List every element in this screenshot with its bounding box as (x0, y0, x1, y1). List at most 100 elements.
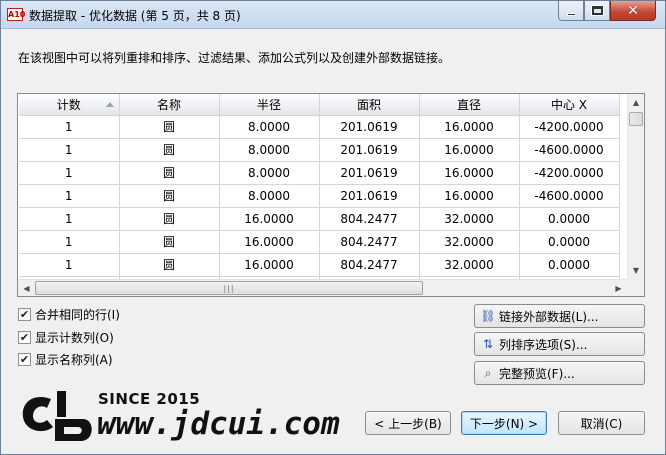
link-external-data-button[interactable]: ⛓ 链接外部数据(L)... (474, 304, 645, 328)
radius-cell[interactable]: 8.0000 (219, 184, 320, 208)
watermark-logo (22, 391, 92, 441)
count-cell[interactable]: 1 (19, 138, 120, 162)
watermark-url: www.jdcui.com (97, 406, 340, 442)
area-cell[interactable]: 804.2477 (319, 230, 420, 254)
column-header-area[interactable]: 面积 (319, 94, 420, 116)
name-cell[interactable]: 圆 (119, 207, 220, 231)
full-preview-button[interactable]: ⌕ 完整预览(F)... (474, 361, 645, 385)
diameter-cell[interactable]: 16.0000 (419, 184, 520, 208)
column-sort-options-button[interactable]: ⇅ 列排序选项(S)... (474, 332, 645, 356)
horizontal-scroll-thumb[interactable]: ||| (35, 281, 423, 295)
cancel-button[interactable]: 取消(C) (558, 411, 645, 435)
table-row[interactable]: 1 圆 8.0000 201.0619 16.0000 -4200.0000 (19, 115, 620, 139)
center-x-cell[interactable]: -4600.0000 (519, 184, 620, 208)
table-row[interactable]: 1 圆 16.0000 804.2477 32.0000 0.0000 (19, 207, 620, 231)
link-external-data-label: 链接外部数据(L)... (499, 309, 599, 324)
count-cell[interactable]: 1 (19, 115, 120, 139)
center-x-cell[interactable]: 0.0000 (519, 253, 620, 277)
show-name-option[interactable]: ✔ 显示名称列(A) (18, 351, 113, 367)
diameter-cell[interactable]: 32.0000 (419, 253, 520, 277)
merge-rows-checkbox[interactable]: ✔ (18, 307, 31, 321)
vertical-scrollbar[interactable]: ▲ ▼ (627, 94, 644, 279)
center-x-cell[interactable]: -4200.0000 (519, 115, 620, 139)
data-grid[interactable]: 计数 名称 半径 面积 直径 中心 X 1 圆 8.0000 201.0619 16.0… (17, 93, 645, 297)
column-header-label: 半径 (256, 97, 281, 112)
radius-cell[interactable]: 8.0000 (219, 161, 320, 185)
back-button[interactable]: < 上一步(B) (365, 411, 451, 435)
preview-icon: ⌕ (484, 365, 492, 380)
center-x-cell[interactable]: -4600.0000 (519, 138, 620, 162)
diameter-cell[interactable]: 32.0000 (419, 207, 520, 231)
count-cell[interactable]: 1 (19, 184, 120, 208)
count-cell[interactable]: 1 (19, 253, 120, 277)
center-x-cell[interactable]: 0.0000 (519, 207, 620, 231)
scroll-left-arrow-icon[interactable]: ◀ (18, 280, 35, 296)
table-row[interactable]: 1 圆 8.0000 201.0619 16.0000 -4200.0000 (19, 161, 620, 185)
name-cell[interactable]: 圆 (119, 161, 220, 185)
full-preview-label: 完整预览(F)... (499, 366, 575, 381)
radius-cell[interactable]: 8.0000 (219, 138, 320, 162)
close-icon: ✕ (627, 2, 639, 19)
count-cell[interactable]: 1 (19, 230, 120, 254)
autocad-app-icon[interactable]: A10 (7, 8, 25, 21)
table-row[interactable]: 1 圆 16.0000 804.2477 32.0000 0.0000 (19, 253, 620, 277)
header-row: 计数 名称 半径 面积 直径 中心 X (19, 94, 620, 116)
area-cell[interactable]: 804.2477 (319, 253, 420, 277)
area-cell[interactable]: 201.0619 (319, 115, 420, 139)
area-cell[interactable]: 804.2477 (319, 207, 420, 231)
minimize-icon (566, 12, 576, 16)
show-name-label: 显示名称列(A) (35, 352, 113, 367)
scroll-corner (627, 279, 644, 296)
radius-cell[interactable]: 8.0000 (219, 115, 320, 139)
column-header-name[interactable]: 名称 (119, 94, 220, 116)
column-header-radius[interactable]: 半径 (219, 94, 320, 116)
minimize-button[interactable] (558, 1, 584, 21)
radius-cell[interactable]: 16.0000 (219, 207, 320, 231)
title-bar[interactable]: A10 数据提取 - 优化数据 (第 5 页，共 8 页) ✕ (1, 1, 665, 29)
checkmark-icon: ✔ (19, 307, 30, 321)
diameter-cell[interactable]: 16.0000 (419, 138, 520, 162)
radius-cell[interactable]: 16.0000 (219, 253, 320, 277)
name-cell[interactable]: 圆 (119, 184, 220, 208)
column-header-label: 直径 (456, 97, 481, 112)
close-button[interactable]: ✕ (610, 1, 656, 21)
center-x-cell[interactable]: -4200.0000 (519, 161, 620, 185)
next-button[interactable]: 下一步(N) > (461, 411, 547, 435)
table-row[interactable]: 1 圆 8.0000 201.0619 16.0000 -4600.0000 (19, 138, 620, 162)
sort-icon: ⇅ (482, 337, 494, 351)
maximize-button[interactable] (584, 1, 610, 21)
area-cell[interactable]: 201.0619 (319, 161, 420, 185)
vertical-scroll-thumb[interactable] (629, 112, 643, 126)
name-cell[interactable]: 圆 (119, 115, 220, 139)
name-cell[interactable]: 圆 (119, 138, 220, 162)
diameter-cell[interactable]: 16.0000 (419, 161, 520, 185)
show-name-checkbox[interactable]: ✔ (18, 352, 31, 366)
scroll-up-arrow-icon[interactable]: ▲ (628, 94, 644, 111)
column-sort-options-label: 列排序选项(S)... (499, 337, 588, 352)
scroll-right-arrow-icon[interactable]: ▶ (610, 280, 627, 296)
column-header-label: 名称 (156, 97, 181, 112)
show-count-option[interactable]: ✔ 显示计数列(O) (18, 329, 114, 345)
radius-cell[interactable]: 16.0000 (219, 230, 320, 254)
column-header-count[interactable]: 计数 (19, 94, 120, 116)
diameter-cell[interactable]: 16.0000 (419, 115, 520, 139)
show-count-label: 显示计数列(O) (35, 330, 114, 345)
count-cell[interactable]: 1 (19, 207, 120, 231)
column-header-center-x[interactable]: 中心 X (519, 94, 620, 116)
data-table: 计数 名称 半径 面积 直径 中心 X 1 圆 8.0000 201.0619 16.0… (19, 94, 620, 296)
name-cell[interactable]: 圆 (119, 230, 220, 254)
horizontal-scrollbar[interactable]: ◀ ||| ▶ (18, 279, 644, 296)
area-cell[interactable]: 201.0619 (319, 184, 420, 208)
area-cell[interactable]: 201.0619 (319, 138, 420, 162)
maximize-icon (590, 5, 604, 16)
scroll-down-arrow-icon[interactable]: ▼ (628, 262, 644, 279)
diameter-cell[interactable]: 32.0000 (419, 230, 520, 254)
show-count-checkbox[interactable]: ✔ (18, 330, 31, 344)
count-cell[interactable]: 1 (19, 161, 120, 185)
table-row[interactable]: 1 圆 16.0000 804.2477 32.0000 0.0000 (19, 230, 620, 254)
column-header-diameter[interactable]: 直径 (419, 94, 520, 116)
name-cell[interactable]: 圆 (119, 253, 220, 277)
table-row[interactable]: 1 圆 8.0000 201.0619 16.0000 -4600.0000 (19, 184, 620, 208)
center-x-cell[interactable]: 0.0000 (519, 230, 620, 254)
merge-rows-option[interactable]: ✔ 合并相同的行(I) (18, 306, 120, 322)
